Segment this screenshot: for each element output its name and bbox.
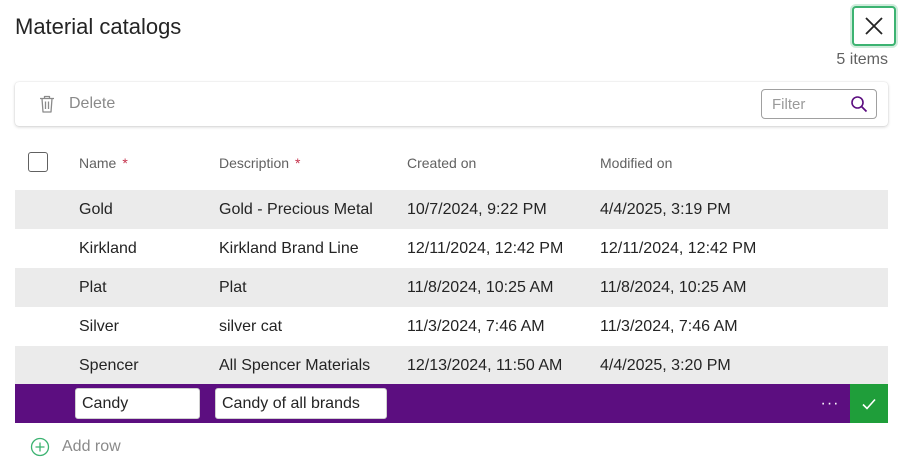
trash-icon bbox=[40, 95, 54, 113]
cell-created-on: 11/8/2024, 10:25 AM bbox=[407, 278, 554, 296]
cell-modified-on: 12/11/2024, 12:42 PM bbox=[600, 239, 757, 257]
column-header-created-on[interactable]: Created on bbox=[407, 145, 476, 181]
delete-button[interactable]: Delete bbox=[37, 90, 115, 118]
add-circle-icon bbox=[30, 437, 50, 457]
required-marker: * bbox=[122, 155, 128, 171]
checkmark-icon bbox=[862, 398, 876, 410]
cell-created-on: 12/13/2024, 11:50 AM bbox=[407, 356, 563, 374]
close-icon bbox=[865, 17, 883, 35]
cell-description: All Spencer Materials bbox=[219, 356, 371, 374]
cell-name: Gold bbox=[79, 200, 113, 218]
filter-field[interactable] bbox=[761, 89, 877, 119]
cell-description: Gold - Precious Metal bbox=[219, 200, 373, 218]
cell-name: Plat bbox=[79, 278, 107, 296]
cell-name: Spencer bbox=[79, 356, 139, 374]
cell-description: Plat bbox=[219, 278, 247, 296]
save-row-button[interactable] bbox=[850, 384, 888, 423]
close-button[interactable] bbox=[852, 6, 896, 46]
filter-input[interactable] bbox=[770, 94, 850, 114]
table-body: Gold Gold - Precious Metal 10/7/2024, 9:… bbox=[15, 190, 888, 385]
cell-created-on: 11/3/2024, 7:46 AM bbox=[407, 317, 545, 335]
table-row[interactable]: Silver silver cat 11/3/2024, 7:46 AM 11/… bbox=[15, 307, 888, 346]
table-row[interactable]: Gold Gold - Precious Metal 10/7/2024, 9:… bbox=[15, 190, 888, 229]
command-bar: Delete bbox=[15, 82, 888, 126]
cell-description: silver cat bbox=[219, 317, 283, 335]
table-row[interactable]: Kirkland Kirkland Brand Line 12/11/2024,… bbox=[15, 229, 888, 268]
cell-created-on: 10/7/2024, 9:22 PM bbox=[407, 200, 547, 218]
column-header-modified-on[interactable]: Modified on bbox=[600, 145, 672, 181]
dialog-title: Material catalogs bbox=[15, 14, 182, 39]
table-row[interactable]: Plat Plat 11/8/2024, 10:25 AM 11/8/2024,… bbox=[15, 268, 888, 307]
cell-modified-on: 4/4/2025, 3:20 PM bbox=[600, 356, 731, 374]
add-row-button[interactable]: Add row bbox=[30, 434, 121, 460]
search-icon[interactable] bbox=[850, 95, 868, 113]
cell-description: Kirkland Brand Line bbox=[219, 239, 359, 257]
item-count: 5 items bbox=[836, 51, 888, 68]
cell-modified-on: 11/8/2024, 10:25 AM bbox=[600, 278, 747, 296]
cell-modified-on: 11/3/2024, 7:46 AM bbox=[600, 317, 738, 335]
required-marker: * bbox=[295, 155, 301, 171]
table-header: Name * Description * Created on Modified… bbox=[15, 145, 888, 181]
column-header-description[interactable]: Description * bbox=[219, 145, 300, 181]
new-description-input[interactable] bbox=[215, 388, 387, 419]
select-all-checkbox[interactable] bbox=[28, 152, 48, 172]
delete-label: Delete bbox=[69, 95, 116, 112]
cell-modified-on: 4/4/2025, 3:19 PM bbox=[600, 200, 731, 218]
column-header-name[interactable]: Name * bbox=[79, 145, 128, 181]
new-name-input[interactable] bbox=[75, 388, 200, 419]
cell-name: Silver bbox=[79, 317, 120, 335]
cell-name: Kirkland bbox=[79, 239, 137, 257]
more-options-button[interactable]: ··· bbox=[815, 384, 845, 423]
add-row-label: Add row bbox=[62, 438, 121, 455]
cell-created-on: 12/11/2024, 12:42 PM bbox=[407, 239, 564, 257]
new-row-editor: ··· bbox=[15, 384, 888, 423]
table-row[interactable]: Spencer All Spencer Materials 12/13/2024… bbox=[15, 346, 888, 385]
